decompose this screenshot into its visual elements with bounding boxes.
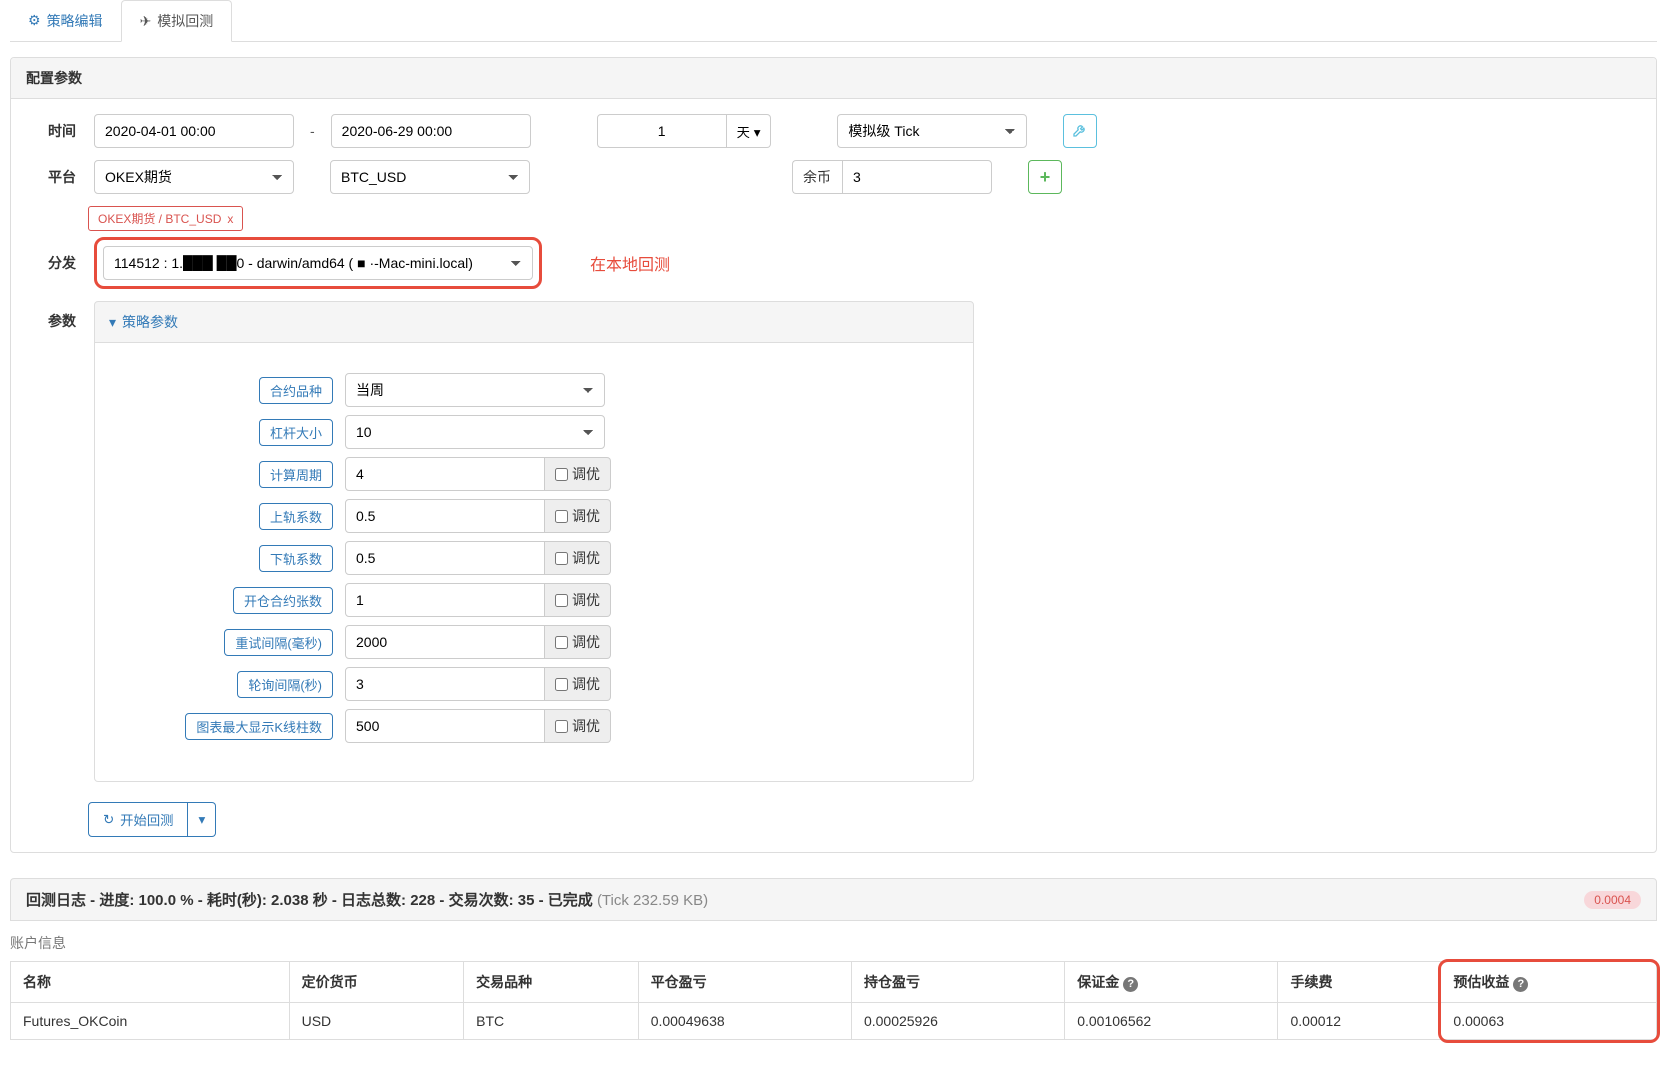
- caret-down-icon: ▾: [754, 125, 761, 140]
- param-label: 开仓合约张数: [233, 587, 333, 614]
- row-params: 参数 ▾ 策略参数 合约品种当周 杠杆大小10 计算周期调优 上轨系数调优 下轨…: [26, 301, 1641, 782]
- tune-toggle[interactable]: 调优: [545, 625, 611, 659]
- log-title-extra: (Tick 232.59 KB): [597, 892, 708, 909]
- rocket-icon: ✈: [140, 13, 152, 30]
- tune-toggle[interactable]: 调优: [545, 457, 611, 491]
- log-badge: 0.0004: [1584, 891, 1641, 909]
- dispatch-highlight: 114512 : 1.███ ██0 - darwin/amd64 ( ■ ·-…: [94, 237, 542, 289]
- tick-level-select[interactable]: 模拟级 Tick: [837, 114, 1027, 148]
- pair-select[interactable]: BTC_USD: [330, 160, 530, 194]
- log-heading: 回测日志 - 进度: 100.0 % - 耗时(秒): 2.038 秒 - 日志…: [10, 878, 1657, 921]
- param-retry-ms[interactable]: [345, 625, 545, 659]
- log-title-text: 回测日志 - 进度: 100.0 % - 耗时(秒): 2.038 秒 - 日志…: [26, 892, 593, 909]
- caret-down-icon: ▾: [198, 812, 205, 827]
- param-poll-sec[interactable]: [345, 667, 545, 701]
- cell-margin: 0.00106562: [1065, 1003, 1278, 1040]
- param-label: 下轨系数: [259, 545, 333, 572]
- tab-strategy-edit[interactable]: ⚙ 策略编辑: [10, 0, 121, 41]
- table-row: Futures_OKCoin USD BTC 0.00049638 0.0002…: [11, 1003, 1657, 1040]
- col-hold-pl: 持仓盈亏: [851, 962, 1064, 1003]
- table-header-row: 名称 定价货币 交易品种 平仓盈亏 持仓盈亏 保证金? 手续费 预估收益?: [11, 962, 1657, 1003]
- param-label: 重试间隔(毫秒): [224, 629, 333, 656]
- tab-label: 策略编辑: [47, 11, 103, 31]
- param-label: 图表最大显示K线柱数: [185, 713, 333, 740]
- cell-est-profit: 0.00063: [1441, 1003, 1657, 1040]
- start-backtest-button[interactable]: ↻ 开始回测: [88, 802, 188, 837]
- tune-toggle[interactable]: 调优: [545, 541, 611, 575]
- settings-button[interactable]: [1063, 114, 1097, 148]
- param-upper-coef[interactable]: [345, 499, 545, 533]
- param-label: 上轨系数: [259, 503, 333, 530]
- tab-label: 模拟回测: [157, 11, 213, 31]
- start-backtest-label: 开始回测: [120, 810, 173, 829]
- account-info-label: 账户信息: [10, 921, 1657, 961]
- tune-toggle[interactable]: 调优: [545, 499, 611, 533]
- period-unit-label: 天: [737, 125, 750, 140]
- help-icon[interactable]: ?: [1123, 977, 1138, 992]
- wrench-icon: [1072, 122, 1088, 141]
- col-name: 名称: [11, 962, 290, 1003]
- row-time: 时间 - 天 ▾ 模拟级 Tick: [26, 114, 1641, 148]
- start-backtest-dropdown[interactable]: ▾: [188, 802, 216, 837]
- col-est-profit: 预估收益?: [1441, 962, 1657, 1003]
- date-separator: -: [302, 123, 323, 139]
- plus-icon: +: [1040, 167, 1051, 188]
- label-params: 参数: [26, 311, 76, 331]
- refresh-icon: ↻: [103, 812, 114, 828]
- config-panel: 配置参数 时间 - 天 ▾ 模拟级 Tick: [10, 57, 1657, 853]
- cell-name: Futures_OKCoin: [11, 1003, 290, 1040]
- col-trade: 交易品种: [464, 962, 639, 1003]
- chevron-down-icon: ▾: [109, 314, 116, 331]
- param-lower-coef[interactable]: [345, 541, 545, 575]
- input-date-from[interactable]: [94, 114, 294, 148]
- col-margin: 保证金?: [1065, 962, 1278, 1003]
- help-icon[interactable]: ?: [1513, 977, 1528, 992]
- param-label: 计算周期: [259, 461, 333, 488]
- col-close-pl: 平仓盈亏: [638, 962, 851, 1003]
- tune-toggle[interactable]: 调优: [545, 667, 611, 701]
- param-leverage[interactable]: 10: [345, 415, 605, 449]
- row-platform: 平台 OKEX期货 BTC_USD 余币 +: [26, 160, 1641, 194]
- annotation-local-backtest: 在本地回测: [590, 251, 670, 275]
- strategy-params-body: 合约品种当周 杠杆大小10 计算周期调优 上轨系数调优 下轨系数调优 开仓合约张…: [94, 343, 974, 782]
- col-fee: 手续费: [1278, 962, 1441, 1003]
- param-label: 杠杆大小: [259, 419, 333, 446]
- cell-fee: 0.00012: [1278, 1003, 1441, 1040]
- dispatch-select[interactable]: 114512 : 1.███ ██0 - darwin/amd64 ( ■ ·-…: [103, 246, 533, 280]
- tab-backtest[interactable]: ✈ 模拟回测: [121, 0, 233, 42]
- strategy-params-title: 策略参数: [122, 312, 178, 332]
- cell-close-pl: 0.00049638: [638, 1003, 851, 1040]
- col-quote: 定价货币: [289, 962, 464, 1003]
- tag-text: OKEX期货 / BTC_USD: [98, 210, 221, 227]
- tune-toggle[interactable]: 调优: [545, 709, 611, 743]
- period-unit-dropdown[interactable]: 天 ▾: [727, 114, 772, 148]
- row-dispatch: 分发 114512 : 1.███ ██0 - darwin/amd64 ( ■…: [26, 237, 1641, 289]
- tag-remove-icon[interactable]: x: [227, 212, 233, 226]
- param-calc-period[interactable]: [345, 457, 545, 491]
- add-platform-button[interactable]: +: [1028, 160, 1062, 194]
- balance-input[interactable]: [842, 160, 992, 194]
- tune-toggle[interactable]: 调优: [545, 583, 611, 617]
- input-period-num[interactable]: [597, 114, 727, 148]
- label-dispatch: 分发: [26, 253, 76, 273]
- input-date-to[interactable]: [331, 114, 531, 148]
- param-open-contracts[interactable]: [345, 583, 545, 617]
- param-max-kbars[interactable]: [345, 709, 545, 743]
- label-time: 时间: [26, 121, 76, 141]
- param-label: 轮询间隔(秒): [237, 671, 333, 698]
- label-platform: 平台: [26, 167, 76, 187]
- strategy-params-toggle[interactable]: ▾ 策略参数: [94, 301, 974, 343]
- cell-hold-pl: 0.00025926: [851, 1003, 1064, 1040]
- nav-tabs: ⚙ 策略编辑 ✈ 模拟回测: [10, 0, 1657, 42]
- cell-quote: USD: [289, 1003, 464, 1040]
- param-label: 合约品种: [259, 377, 333, 404]
- platform-select[interactable]: OKEX期货: [94, 160, 294, 194]
- gears-icon: ⚙: [28, 12, 41, 29]
- param-contract-type[interactable]: 当周: [345, 373, 605, 407]
- account-table: 名称 定价货币 交易品种 平仓盈亏 持仓盈亏 保证金? 手续费 预估收益? Fu…: [10, 961, 1657, 1040]
- cell-trade: BTC: [464, 1003, 639, 1040]
- config-heading: 配置参数: [11, 58, 1656, 99]
- platform-pair-tag: OKEX期货 / BTC_USD x: [88, 206, 243, 231]
- balance-label: 余币: [792, 160, 842, 194]
